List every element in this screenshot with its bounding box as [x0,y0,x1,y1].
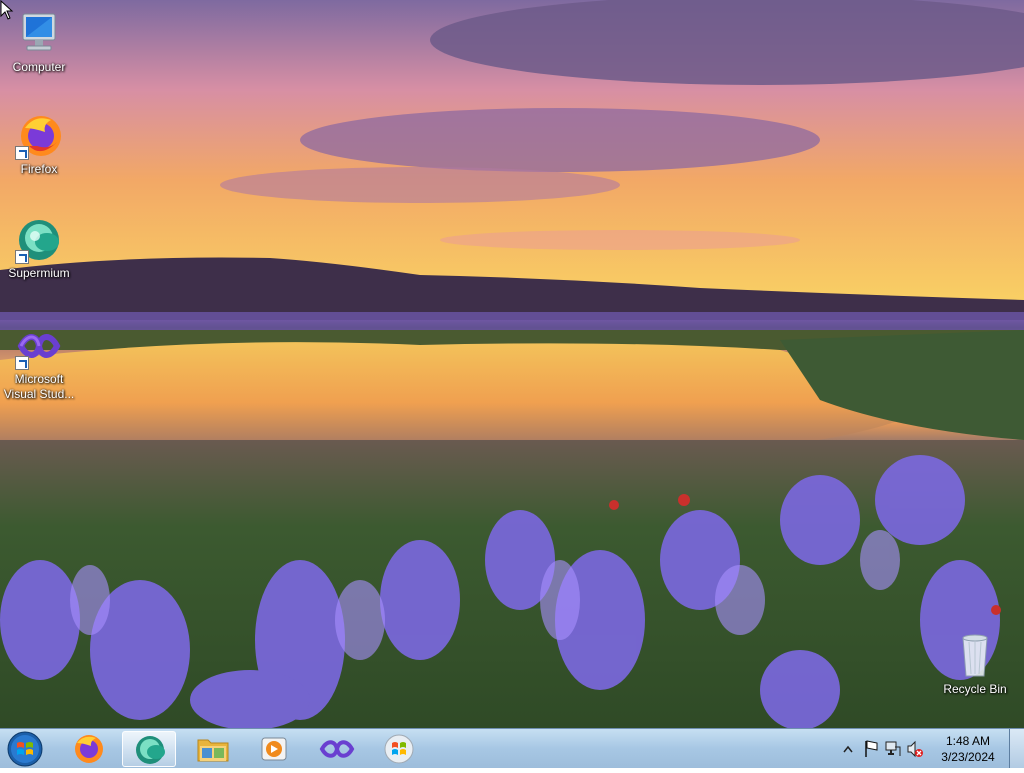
taskbar-file-explorer[interactable] [186,731,240,767]
firefox-icon [75,735,103,763]
computer-icon [15,10,63,58]
start-button[interactable] [6,730,44,768]
taskbar-visual-studio[interactable] [310,731,364,767]
volume-muted-icon[interactable] [906,729,924,769]
taskbar-firefox[interactable] [62,731,116,767]
show-hidden-icons-button[interactable] [842,729,854,769]
desktop-icon-label: Computer [12,60,66,74]
desktop-icon-label: Recycle Bin [943,682,1007,696]
taskbar-windows[interactable] [372,731,426,767]
media-player-icon [261,737,287,761]
taskbar-supermium[interactable] [122,731,176,767]
taskbar: 1:48 AM 3/23/2024 [0,728,1024,768]
shortcut-arrow-icon [15,146,29,160]
desktop-icon-supermium[interactable]: Supermium [1,216,77,281]
action-center-flag-icon[interactable] [862,729,880,769]
visual-studio-icon [319,740,355,758]
taskbar-media-player[interactable] [246,731,300,767]
desktop-icon-firefox[interactable]: Firefox [1,112,77,177]
mouse-cursor-icon [0,0,14,20]
desktop-icon-label: Supermium [8,266,70,280]
clock-time: 1:48 AM [945,734,991,748]
windows-logo-icon [384,734,414,764]
shortcut-arrow-icon [15,250,29,264]
desktop-icon-label: Firefox [20,162,58,176]
supermium-icon [136,736,165,764]
wallpaper-scene [0,0,1024,728]
shortcut-arrow-icon [15,356,29,370]
clock[interactable]: 1:48 AM 3/23/2024 [932,733,1004,765]
network-icon[interactable] [884,729,902,769]
desktop-icon-visual-studio[interactable]: Microsoft Visual Stud... [1,322,77,402]
start-orb-icon [7,731,43,767]
desktop-wallpaper[interactable]: Computer Firefox Supermium Microsoft Vis… [0,0,1024,728]
recycle-bin-icon [951,632,999,680]
visual-studio-icon [15,322,63,370]
show-desktop-button[interactable] [1009,729,1024,768]
system-tray: 1:48 AM 3/23/2024 [840,729,1024,769]
firefox-icon [15,112,63,160]
desktop-icon-label: Microsoft Visual Stud... [3,372,75,401]
folder-icon [197,739,229,762]
supermium-icon [15,216,63,264]
clock-date: 3/23/2024 [941,750,995,764]
desktop-icon-recycle-bin[interactable]: Recycle Bin [937,632,1013,697]
